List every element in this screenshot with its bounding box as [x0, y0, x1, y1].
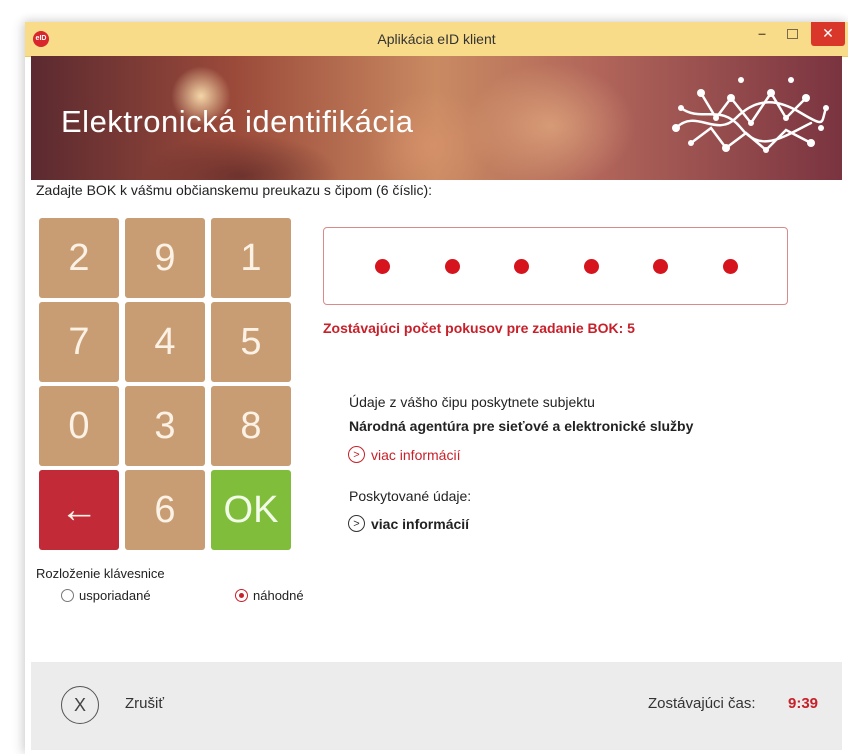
key-8[interactable]: 8 — [211, 386, 291, 466]
radio-checked-icon — [235, 589, 248, 602]
pin-dot — [653, 259, 668, 274]
key-6[interactable]: 6 — [125, 470, 205, 550]
radio-unchecked-icon — [61, 589, 74, 602]
footer-bar: X Zrušiť Zostávajúci čas: 9:39 — [31, 662, 842, 750]
pin-dot — [723, 259, 738, 274]
chevron-right-icon: > — [348, 446, 365, 463]
key-0[interactable]: 0 — [39, 386, 119, 466]
pin-dot — [584, 259, 599, 274]
pin-instruction: Zadajte BOK k vášmu občianskemu preukazu… — [36, 182, 433, 198]
key-5[interactable]: 5 — [211, 302, 291, 382]
key-3[interactable]: 3 — [125, 386, 205, 466]
chevron-right-icon: > — [348, 515, 365, 532]
more-info-label: viac informácií — [371, 446, 461, 463]
banner-title: Elektronická identifikácia — [61, 104, 414, 139]
remaining-attempts: Zostávajúci počet pokusov pre zadanie BO… — [323, 320, 635, 336]
cancel-button[interactable]: Zrušiť — [125, 695, 164, 712]
network-logo-icon — [672, 77, 829, 153]
radio-label: usporiadané — [79, 588, 151, 603]
header-banner: Elektronická identifikácia — [31, 56, 842, 180]
pin-entry-field[interactable] — [323, 227, 788, 305]
radio-label: náhodné — [253, 588, 304, 603]
maximize-button[interactable] — [778, 22, 806, 46]
provider-name: Národná agentúra pre sieťové a elektroni… — [349, 418, 694, 434]
more-info-label: viac informácií — [371, 515, 470, 532]
title-bar[interactable]: eID Aplikácia eID klient – ✕ — [25, 22, 848, 57]
remaining-time-value: 9:39 — [788, 695, 819, 712]
pin-dot — [514, 259, 529, 274]
maximize-icon — [786, 29, 798, 40]
key-7[interactable]: 7 — [39, 302, 119, 382]
cancel-icon[interactable]: X — [61, 686, 99, 724]
provider-more-info-link[interactable]: > viac informácií — [348, 446, 460, 463]
keyboard-layout-label: Rozloženie klávesnice — [36, 566, 165, 581]
provided-data-more-info-link[interactable]: > viac informácií — [348, 515, 469, 532]
window-title: Aplikácia eID klient — [377, 31, 496, 47]
key-1[interactable]: 1 — [211, 218, 291, 298]
minimize-button[interactable]: – — [748, 22, 776, 46]
key-4[interactable]: 4 — [125, 302, 205, 382]
key-2[interactable]: 2 — [39, 218, 119, 298]
close-button[interactable]: ✕ — [811, 22, 845, 46]
key-9[interactable]: 9 — [125, 218, 205, 298]
layout-option-random[interactable]: náhodné — [235, 588, 304, 603]
provided-data-label: Poskytované údaje: — [349, 488, 472, 504]
pin-dot — [375, 259, 390, 274]
layout-option-ordered[interactable]: usporiadané — [61, 588, 151, 603]
backspace-key[interactable]: ← — [39, 470, 119, 550]
provider-intro: Údaje z vášho čipu poskytnete subjektu — [349, 394, 595, 410]
pin-dot — [445, 259, 460, 274]
ok-key[interactable]: OK — [211, 470, 291, 550]
remaining-time-label: Zostávajúci čas: — [648, 695, 756, 712]
